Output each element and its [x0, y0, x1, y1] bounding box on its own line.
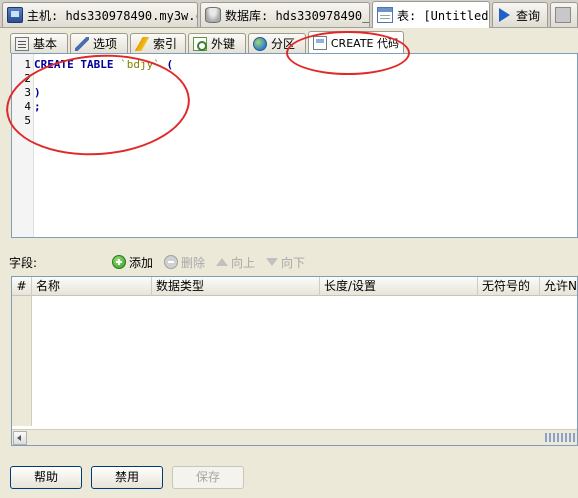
- wrench-icon: [75, 36, 89, 51]
- col-datatype[interactable]: 数据类型: [152, 277, 320, 296]
- tab-foreign-keys[interactable]: 外键: [188, 33, 246, 53]
- globe-icon: [253, 36, 267, 51]
- tab-basic-label: 基本: [33, 37, 58, 51]
- tab-extra[interactable]: [550, 2, 578, 27]
- tab-host[interactable]: 主机: hds330978490.my3w.c…: [2, 2, 198, 27]
- tab-foreign-keys-label: 外键: [211, 37, 236, 51]
- discard-button[interactable]: 禁用: [91, 466, 163, 489]
- tab-options[interactable]: 选项: [70, 33, 128, 53]
- row-header-column: [12, 296, 32, 426]
- tab-options-label: 选项: [93, 37, 118, 51]
- tab-query-label: 查询: [516, 8, 541, 23]
- horizontal-scrollbar[interactable]: [12, 429, 577, 445]
- help-button[interactable]: 帮助: [10, 466, 82, 489]
- col-unsigned[interactable]: 无符号的: [478, 277, 540, 296]
- tab-table[interactable]: 表: [Untitled]: [372, 1, 490, 28]
- table-icon: [377, 7, 393, 23]
- col-index[interactable]: #: [12, 277, 32, 296]
- scroll-thumb-grip[interactable]: [545, 433, 575, 442]
- host-icon: [7, 7, 23, 23]
- tab-database-label: 数据库: hds330978490_db: [225, 8, 370, 23]
- fields-toolbar: 字段: 添加 删除 向上 向下: [0, 250, 578, 274]
- tab-table-label: 表: [Untitled]: [397, 8, 490, 23]
- move-down-label: 向下: [281, 255, 306, 270]
- foreign-key-icon: [193, 36, 207, 51]
- basic-icon: [15, 36, 29, 51]
- delete-field-button[interactable]: 删除: [164, 252, 205, 272]
- add-field-button[interactable]: 添加: [112, 252, 153, 272]
- tab-query[interactable]: 查询: [492, 2, 548, 27]
- remove-icon: [164, 255, 178, 269]
- arrow-up-icon: [216, 258, 228, 266]
- tab-host-label: 主机: hds330978490.my3w.c…: [27, 8, 198, 23]
- line-number: 1: [24, 58, 31, 71]
- add-icon: [112, 255, 126, 269]
- col-length[interactable]: 长度/设置: [320, 277, 478, 296]
- arrow-down-icon: [266, 258, 278, 266]
- save-button[interactable]: 保存: [172, 466, 244, 489]
- annotation-circle-tab: [286, 31, 410, 75]
- move-up-button[interactable]: 向上: [216, 252, 255, 272]
- tab-indexes-label: 索引: [153, 37, 178, 51]
- grid-header: # 名称 数据类型 长度/设置 无符号的 允许NU: [12, 277, 577, 296]
- move-down-button[interactable]: 向下: [266, 252, 305, 272]
- fields-label: 字段:: [9, 256, 38, 270]
- tab-basic[interactable]: 基本: [10, 33, 68, 53]
- move-up-label: 向上: [231, 255, 256, 270]
- tab-indexes[interactable]: 索引: [130, 33, 186, 53]
- lightning-icon: [135, 36, 149, 51]
- tab-database[interactable]: 数据库: hds330978490_db: [200, 2, 370, 27]
- fields-grid[interactable]: # 名称 数据类型 长度/设置 无符号的 允许NU: [11, 276, 578, 446]
- delete-field-label: 删除: [181, 255, 206, 270]
- col-name[interactable]: 名称: [32, 277, 152, 296]
- panel-splitter[interactable]: [0, 240, 578, 246]
- add-field-label: 添加: [129, 255, 154, 270]
- col-allow-null[interactable]: 允许NU: [540, 277, 577, 296]
- window-icon: [555, 7, 571, 23]
- database-icon: [205, 7, 221, 23]
- scroll-left-icon[interactable]: [13, 431, 27, 445]
- top-tab-bar: 主机: hds330978490.my3w.c… 数据库: hds3309784…: [0, 0, 578, 28]
- play-icon: [499, 8, 510, 22]
